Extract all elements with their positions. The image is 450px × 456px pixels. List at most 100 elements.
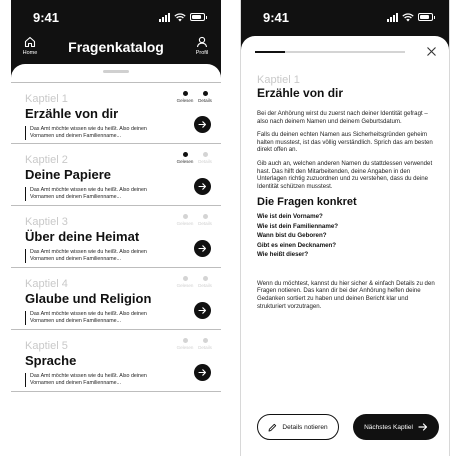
status-read: Gelesen [176, 91, 194, 103]
chapter-title: Glaube und Religion [25, 291, 152, 306]
chapter-status: Gelesen Details [176, 152, 212, 164]
pencil-icon [268, 423, 277, 431]
chapter-paragraphs: Bei der Anhörung wirst du zuerst nach de… [257, 110, 435, 190]
chapter-status: Gelesen Details [176, 338, 212, 350]
chapter-title: Deine Papiere [25, 167, 111, 182]
status-dot-icon [202, 91, 208, 96]
status-icons [159, 12, 207, 22]
status-read-label: Gelesen [176, 345, 194, 350]
chapter-detail-screen: 9:41 Kaptiel 1 Erzähle von dir Bei der A… [240, 0, 450, 456]
status-time: 9:41 [263, 9, 290, 25]
chapter-detail-sheet: Kaptiel 1 Erzähle von dir Bei der Anhöru… [241, 36, 449, 456]
status-dot-icon [202, 276, 208, 281]
chapter-paragraph: Falls du deinen echten Namen aus Sicherh… [257, 131, 433, 154]
reading-progress-bar [255, 51, 405, 53]
arrow-right-icon [198, 307, 207, 314]
open-chapter-button[interactable] [194, 178, 211, 195]
status-bar: 9:41 [241, 0, 449, 34]
questions-heading: Die Fragen konkret [257, 196, 357, 209]
chapter-title: Sprache [25, 353, 77, 368]
status-details-label: Details [198, 345, 212, 350]
chapter-status: Gelesen Details [176, 276, 212, 288]
chapter-status: Gelesen Details [176, 91, 212, 103]
status-details: Details [198, 91, 212, 103]
profile-button[interactable]: Profil [189, 36, 215, 56]
chapter-card[interactable]: Kaptiel 5 Sprache Das Amt möchte wissen wi… [11, 330, 221, 392]
open-chapter-button[interactable] [194, 240, 211, 257]
status-dot-icon [182, 276, 188, 281]
status-time: 9:41 [33, 9, 60, 25]
chapter-paragraph: Gib auch an, welchen anderen Namen du st… [257, 159, 433, 190]
arrow-right-icon [198, 369, 207, 376]
notes-button[interactable]: Details notieren [257, 414, 339, 440]
close-icon[interactable] [426, 46, 437, 57]
question-item: Gibt es einen Decknamen? [257, 241, 337, 249]
battery-icon [418, 13, 435, 21]
status-icons [387, 12, 435, 22]
status-read-label: Gelesen [176, 283, 194, 288]
status-details: Details [198, 152, 212, 164]
status-details: Details [198, 338, 212, 350]
question-item: Wie heißt dieser? [257, 251, 309, 259]
status-read: Gelesen [176, 276, 194, 288]
signal-icon [387, 12, 398, 22]
question-list: Wie ist dein Vorname? Wie ist dein Famili… [257, 212, 435, 260]
notes-button-label: Details notieren [282, 423, 328, 431]
chapter-card[interactable]: Kaptiel 4 Glaube und Religion Das Amt möch… [11, 268, 221, 330]
status-bar: 9:41 [11, 0, 221, 34]
chapter-card[interactable]: Kaptiel 2 Deine Papiere Das Amt möchte wis… [11, 144, 221, 206]
status-details-label: Details [198, 98, 212, 103]
status-read-label: Gelesen [176, 98, 194, 103]
chapter-sheet: Kaptiel 1 Erzähle von dir Das Amt möchte w… [11, 64, 221, 456]
status-read-label: Gelesen [176, 159, 194, 164]
chapter-description: Das Amt möchte wissen wie du heißt. Also… [25, 311, 155, 325]
status-dot-icon [182, 152, 188, 157]
chapter-description: Das Amt möchte wissen wie du heißt. Also… [25, 373, 155, 387]
arrow-right-icon [198, 121, 207, 128]
chapter-list-screen: 9:41 Home Fragenkatalog Profil Kaptiel 1… [11, 0, 221, 456]
chapter-paragraph: Bei der Anhörung wirst du zuerst nach de… [257, 110, 428, 125]
status-details: Details [198, 276, 212, 288]
arrow-right-icon [418, 423, 427, 431]
wifi-icon [402, 12, 414, 21]
question-item: Wie ist dein Familienname? [257, 222, 339, 230]
status-details-label: Details [198, 159, 212, 164]
chapter-title: Erzähle von dir [25, 106, 119, 121]
chapter-card[interactable]: Kaptiel 3 Über deine Heimat Das Amt möchte… [11, 206, 221, 268]
question-item: Wann bist du Geboren? [257, 232, 327, 240]
chapter-status: Gelesen Details [177, 214, 212, 226]
chapter-card[interactable]: Kaptiel 1 Erzähle von dir Das Amt möchte w… [11, 82, 221, 144]
status-dot-icon [202, 338, 208, 343]
status-details: Details [198, 214, 212, 226]
chapter-number: Kaptiel 1 [257, 74, 300, 86]
closing-paragraph: Wenn du möchtest, kannst du hier sicher … [257, 279, 435, 310]
arrow-right-icon [198, 183, 207, 190]
status-dot-icon [202, 214, 208, 219]
open-chapter-button[interactable] [194, 364, 211, 381]
open-chapter-button[interactable] [194, 302, 211, 319]
open-chapter-button[interactable] [194, 116, 211, 133]
chapter-description: Das Amt möchte wissen wie du heißt. Also… [25, 126, 155, 140]
status-dot-icon [182, 338, 188, 343]
reading-progress-fill [255, 51, 285, 53]
action-buttons: Details notieren Nächstes Kaptiel [257, 414, 439, 440]
status-dot-icon [182, 91, 188, 96]
chapter-description: Das Amt möchte wissen wie du heißt. Also… [25, 249, 155, 263]
status-details-label: Details [198, 221, 212, 226]
status-details-label: Details [198, 283, 212, 288]
next-chapter-button[interactable]: Nächstes Kaptiel [353, 414, 439, 440]
chapter-description: Das Amt möchte wissen wie du heißt. Also… [25, 187, 155, 201]
sheet-grabber[interactable] [103, 70, 129, 73]
top-navigation: Home Fragenkatalog Profil [11, 36, 221, 64]
chapter-title: Erzähle von dir [257, 86, 344, 100]
signal-icon [159, 12, 170, 22]
user-icon [196, 36, 208, 48]
next-chapter-label: Nächstes Kaptiel [364, 423, 413, 431]
battery-icon [190, 13, 207, 21]
wifi-icon [174, 12, 186, 21]
chapter-list: Kaptiel 1 Erzähle von dir Das Amt möchte w… [11, 82, 221, 392]
question-item: Wie ist dein Vorname? [257, 213, 323, 221]
status-read: Gelesen [176, 338, 194, 350]
status-dot-icon [202, 152, 208, 157]
arrow-right-icon [198, 245, 207, 252]
